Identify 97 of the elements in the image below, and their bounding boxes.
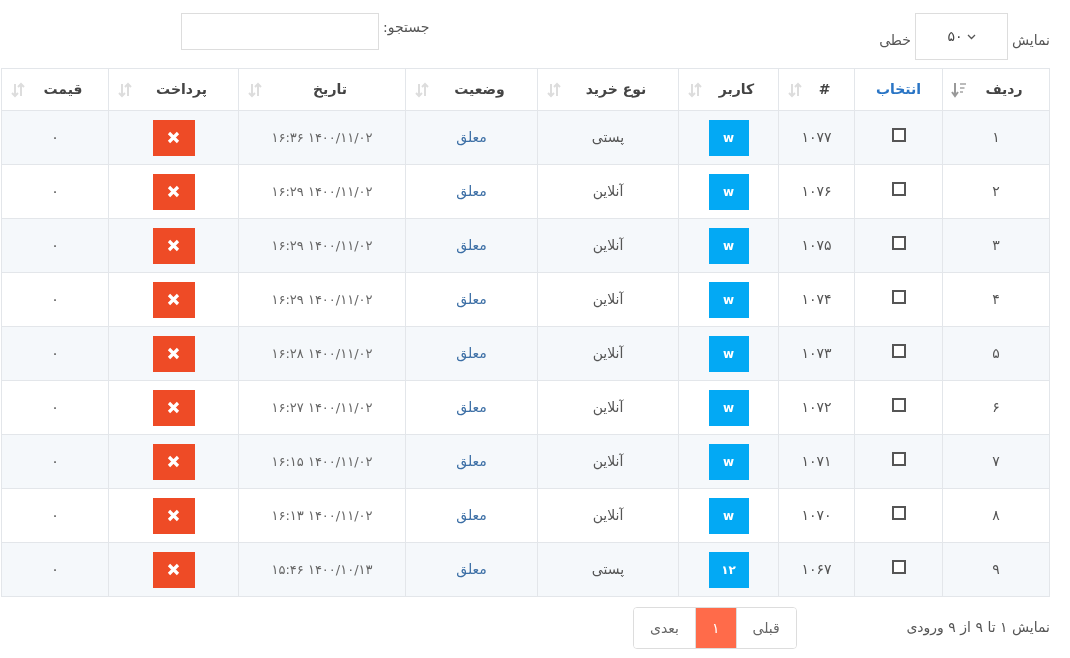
- table-cell: ۱۴۰۰/۱۱/۰۲ ۱۶:۲۸: [238, 326, 406, 381]
- search-label: جستجو:: [383, 18, 430, 38]
- table-cell: ۱۴۰۰/۱۱/۰۲ ۱۶:۲۹: [238, 164, 406, 219]
- checkbox[interactable]: [891, 182, 906, 196]
- table-cell: معلق: [405, 488, 538, 543]
- table-cell: معلق: [405, 272, 538, 327]
- table-cell: ۰: [1, 488, 109, 543]
- unpaid-button[interactable]: [152, 173, 195, 210]
- checkbox[interactable]: [891, 290, 906, 304]
- table-cell: معلق: [405, 110, 538, 165]
- table-cell: ۱۴۰۰/۱۱/۰۲ ۱۶:۲۹: [238, 218, 406, 273]
- show-label: نمایش: [1012, 31, 1050, 51]
- unpaid-button[interactable]: [152, 443, 195, 480]
- unpaid-button[interactable]: [152, 497, 195, 534]
- table-cell: معلق: [405, 434, 538, 489]
- checkbox[interactable]: [891, 452, 906, 466]
- checkbox[interactable]: [891, 398, 906, 412]
- page-length-select[interactable]: ۵۰: [915, 13, 1008, 60]
- table-cell: آنلاین: [537, 488, 679, 543]
- table-cell: ۰: [1, 434, 109, 489]
- close-icon: [167, 563, 180, 576]
- table-cell: پستی: [537, 542, 679, 597]
- table-cell: ۱۰۷۱: [778, 434, 855, 489]
- column-header[interactable]: پرداخت: [108, 68, 239, 111]
- table-cell: ۱۴۰۰/۱۱/۰۲ ۱۶:۲۷: [238, 380, 406, 435]
- table-cell: پستی: [537, 110, 679, 165]
- table-cell: معلق: [405, 542, 538, 597]
- table-cell: ۰: [1, 218, 109, 273]
- checkbox[interactable]: [891, 560, 906, 574]
- table-cell: معلق: [405, 326, 538, 381]
- close-icon: [167, 455, 180, 468]
- checkbox[interactable]: [891, 344, 906, 358]
- unpaid-button[interactable]: [152, 389, 195, 426]
- table-cell: آنلاین: [537, 380, 679, 435]
- table-cell: ۱۴۰۰/۱۱/۰۲ ۱۶:۱۵: [238, 434, 406, 489]
- table-cell: ۰: [1, 380, 109, 435]
- table-cell: ۱۰۷۷: [778, 110, 855, 165]
- unpaid-button[interactable]: [152, 281, 195, 318]
- table-cell: ۱۰۶۷: [778, 542, 855, 597]
- table-cell: آنلاین: [537, 434, 679, 489]
- close-icon: [167, 185, 180, 198]
- table-cell: ۱: [942, 110, 1050, 165]
- checkbox[interactable]: [891, 506, 906, 520]
- close-icon: [167, 347, 180, 360]
- unpaid-button[interactable]: [152, 335, 195, 372]
- column-header[interactable]: تاریخ: [238, 68, 406, 111]
- close-icon: [167, 401, 180, 414]
- unpaid-button[interactable]: [152, 119, 195, 156]
- table-cell: ۱۰۷۶: [778, 164, 855, 219]
- table-cell: معلق: [405, 164, 538, 219]
- chevron-down-icon: [966, 33, 976, 40]
- table-cell: آنلاین: [537, 218, 679, 273]
- table-cell: ۱۴۰۰/۱۱/۰۲ ۱۶:۱۳: [238, 488, 406, 543]
- column-header[interactable]: کاربر: [678, 68, 779, 111]
- checkbox[interactable]: [891, 236, 906, 250]
- table-cell: ۵: [942, 326, 1050, 381]
- table-cell: ۰: [1, 326, 109, 381]
- table-cell: ۱۰۷۴: [778, 272, 855, 327]
- table-cell: معلق: [405, 218, 538, 273]
- column-header[interactable]: انتخاب: [854, 68, 943, 111]
- rows-label: خطی: [879, 31, 911, 50]
- table-cell: ۸: [942, 488, 1050, 543]
- column-header[interactable]: #: [778, 68, 855, 111]
- table-cell: ۲: [942, 164, 1050, 219]
- close-icon: [167, 509, 180, 522]
- table-cell: آنلاین: [537, 326, 679, 381]
- table-cell: ۹: [942, 542, 1050, 597]
- close-icon: [167, 131, 180, 144]
- checkbox[interactable]: [891, 128, 906, 142]
- table-cell: ۰: [1, 164, 109, 219]
- table-cell: آنلاین: [537, 164, 679, 219]
- table-cell: ۱۴۰۰/۱۱/۰۲ ۱۶:۳۶: [238, 110, 406, 165]
- column-header[interactable]: نوع خرید: [537, 68, 679, 111]
- close-icon: [167, 293, 180, 306]
- table-cell: ۳: [942, 218, 1050, 273]
- table-cell: ۰: [1, 542, 109, 597]
- table-cell: ۱۴۰۰/۱۰/۱۳ ۱۵:۴۶: [238, 542, 406, 597]
- table-cell: ۰: [1, 110, 109, 165]
- search-field[interactable]: [181, 13, 379, 50]
- unpaid-button[interactable]: [152, 227, 195, 264]
- table-cell: ۱۰۷۰: [778, 488, 855, 543]
- close-icon: [167, 239, 180, 252]
- table-cell: ۱۰۷۲: [778, 380, 855, 435]
- table-cell: آنلاین: [537, 272, 679, 327]
- table-cell: ۶: [942, 380, 1050, 435]
- table-cell: ۴: [942, 272, 1050, 327]
- table-cell: ۱۰۷۳: [778, 326, 855, 381]
- column-header[interactable]: وضعیت: [405, 68, 538, 111]
- table-cell: معلق: [405, 380, 538, 435]
- entries-info: نمایش ۱ تا ۹ از ۹ ورودی: [906, 618, 1050, 638]
- column-header[interactable]: ردیف: [942, 68, 1050, 111]
- unpaid-button[interactable]: [152, 551, 195, 588]
- column-header[interactable]: قیمت: [1, 68, 109, 111]
- table-cell: ۷: [942, 434, 1050, 489]
- table-cell: ۱۴۰۰/۱۱/۰۲ ۱۶:۲۹: [238, 272, 406, 327]
- table-cell: ۱۰۷۵: [778, 218, 855, 273]
- table-cell: ۰: [1, 272, 109, 327]
